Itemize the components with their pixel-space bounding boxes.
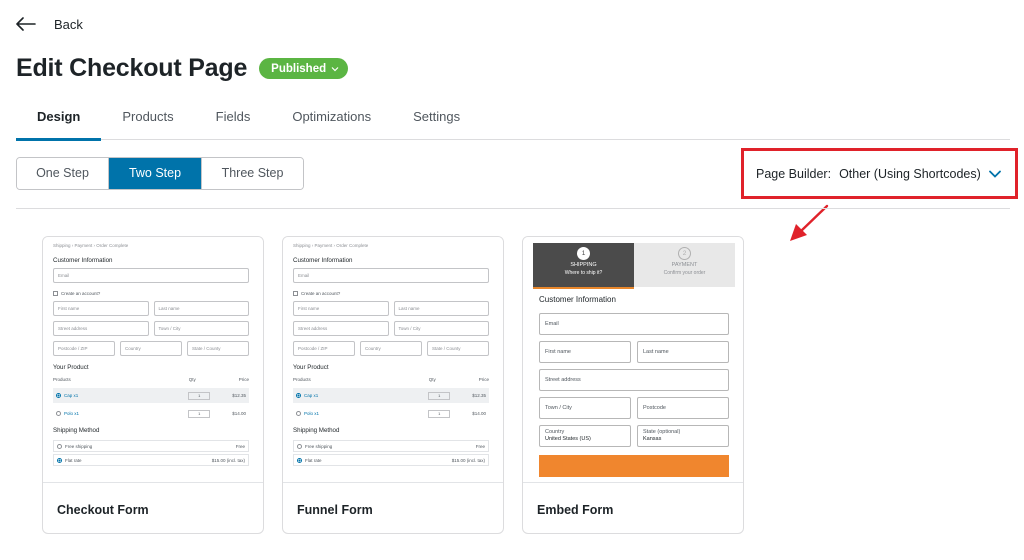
list-item: Flat rate $15.00 (incl. tax): [53, 454, 249, 466]
embed-progress-bar: [533, 287, 634, 289]
create-account-checkbox: Create an account?: [293, 290, 489, 296]
postcode-field: Postcode / ZIP: [53, 341, 115, 356]
street-field: Street address: [539, 369, 729, 391]
email-field: Email: [293, 268, 489, 283]
town-field: Town / City: [393, 321, 489, 336]
back-label: Back: [54, 16, 83, 32]
template-preview: Shipping › Payment › Order Complete Cust…: [43, 237, 263, 483]
three-step-button[interactable]: Three Step: [202, 158, 303, 189]
template-preview: Shipping › Payment › Order Complete Cust…: [283, 237, 503, 483]
template-name: Checkout Form: [57, 503, 149, 517]
template-name: Funnel Form: [297, 503, 373, 517]
section-heading: Customer Information: [53, 257, 113, 264]
chevron-down-icon[interactable]: [988, 170, 1001, 178]
postcode-field: Postcode: [637, 397, 729, 419]
one-step-button[interactable]: One Step: [17, 158, 109, 189]
template-card-funnel-form[interactable]: Shipping › Payment › Order Complete Cust…: [282, 236, 504, 534]
town-field: Town / City: [153, 321, 249, 336]
status-label: Published: [271, 62, 327, 75]
proceed-button: [539, 455, 729, 477]
section-heading: Shipping Method: [293, 427, 340, 434]
chevron-down-icon: [331, 66, 339, 71]
list-item: Cap x1 1 $12.35: [293, 388, 489, 403]
last-name-field: Last name: [153, 301, 249, 316]
first-name-field: First name: [53, 301, 149, 316]
last-name-field: Last name: [393, 301, 489, 316]
town-field: Town / City: [539, 397, 631, 419]
country-field: Country: [360, 341, 422, 356]
tab-bar: Design Products Fields Optimizations Set…: [16, 100, 1010, 141]
status-badge[interactable]: Published: [259, 58, 349, 79]
create-account-checkbox: Create an account?: [53, 290, 249, 296]
first-name-field: First name: [293, 301, 389, 316]
embed-step-shipping: 1 SHIPPING Where to ship it?: [533, 243, 634, 287]
mini-checkout-form: Shipping › Payment › Order Complete Cust…: [53, 243, 249, 466]
section-heading: Customer Information: [293, 257, 353, 264]
page-builder-select[interactable]: Page Builder: Other (Using Shortcodes): [741, 148, 1018, 199]
step-selector: One Step Two Step Three Step: [16, 157, 304, 190]
template-name: Embed Form: [537, 503, 614, 517]
page-builder-label: Page Builder:: [756, 166, 832, 181]
two-step-button[interactable]: Two Step: [109, 158, 202, 189]
arrow-left-icon: [16, 17, 36, 31]
section-heading: Your Product: [293, 364, 329, 371]
embed-step-payment: 2 PAYMENT Confirm your order: [634, 243, 735, 287]
section-heading: Your Product: [53, 364, 89, 371]
page-builder-value[interactable]: Other (Using Shortcodes): [839, 167, 981, 181]
country-field: Country: [120, 341, 182, 356]
first-name-field: First name: [539, 341, 631, 363]
product-table-header: Products Qty Price: [293, 377, 489, 382]
template-preview: 1 SHIPPING Where to ship it? 2 PAYMENT C…: [523, 237, 743, 483]
state-field: State / County: [187, 341, 249, 356]
section-divider: [16, 208, 1010, 209]
embed-form: Customer Information Email First name Las…: [539, 295, 729, 477]
page-title: Edit Checkout Page: [16, 54, 248, 82]
list-item: Free shipping Free: [293, 440, 489, 452]
mini-checkout-form: Shipping › Payment › Order Complete Cust…: [293, 243, 489, 466]
last-name-field: Last name: [637, 341, 729, 363]
list-item: Cap x1 1 $12.35: [53, 388, 249, 403]
breadcrumb: Shipping › Payment › Order Complete: [293, 243, 369, 248]
email-field: Email: [539, 313, 729, 335]
state-select: State (optional) Kansas: [637, 425, 729, 447]
embed-step-header: 1 SHIPPING Where to ship it? 2 PAYMENT C…: [533, 243, 735, 287]
street-field: Street address: [53, 321, 149, 336]
list-item: Polo x1 1 $14.00: [53, 406, 249, 421]
breadcrumb: Shipping › Payment › Order Complete: [53, 243, 129, 248]
back-link[interactable]: Back: [16, 13, 83, 35]
section-heading: Customer Information: [539, 295, 616, 304]
postcode-field: Postcode / ZIP: [293, 341, 355, 356]
title-row: Edit Checkout Page Published: [16, 54, 349, 83]
tab-products[interactable]: Products: [122, 100, 173, 140]
street-field: Street address: [293, 321, 389, 336]
tab-fields[interactable]: Fields: [216, 100, 251, 140]
list-item: Free shipping Free: [53, 440, 249, 452]
tab-optimizations[interactable]: Optimizations: [292, 100, 371, 140]
tab-settings[interactable]: Settings: [413, 100, 460, 140]
template-card-checkout-form[interactable]: Shipping › Payment › Order Complete Cust…: [42, 236, 264, 534]
tab-design[interactable]: Design: [16, 100, 102, 141]
email-field: Email: [53, 268, 249, 283]
product-table-header: Products Qty Price: [53, 377, 249, 382]
country-select: Country United States (US): [539, 425, 631, 447]
template-card-embed-form[interactable]: 1 SHIPPING Where to ship it? 2 PAYMENT C…: [522, 236, 744, 534]
list-item: Polo x1 1 $14.00: [293, 406, 489, 421]
state-field: State / County: [427, 341, 489, 356]
list-item: Flat rate $15.00 (incl. tax): [293, 454, 489, 466]
section-heading: Shipping Method: [53, 427, 100, 434]
